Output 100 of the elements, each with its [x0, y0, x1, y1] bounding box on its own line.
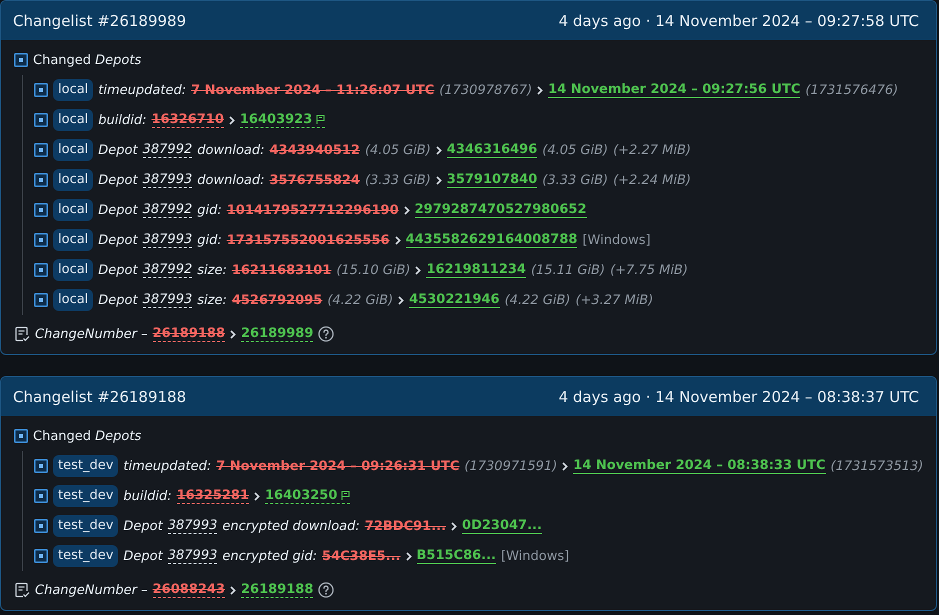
field-name: gid: [197, 202, 222, 218]
chevron-icon [451, 522, 458, 530]
chevron-icon [254, 492, 260, 500]
field-name: download: [197, 172, 264, 188]
old-value-note: (1730971591) [464, 458, 558, 474]
depot-link[interactable]: 387992 [142, 262, 192, 278]
dot-square-icon [34, 263, 48, 277]
size-difference: (+3.27 MiB) [575, 292, 654, 308]
new-value-link[interactable]: 4346316496 [446, 142, 538, 158]
dot-square-icon [34, 83, 48, 97]
new-value-note: (3.33 GiB) [542, 172, 608, 188]
depot-link[interactable]: 387993 [168, 548, 218, 564]
old-value: 7 November 2024 – 09:26:31 UTC [216, 458, 460, 474]
chevron-icon [562, 462, 568, 470]
new-value-note: (15.11 GiB) [530, 262, 606, 278]
old-value: 4343940512 [270, 142, 360, 158]
depot-link[interactable]: 387992 [142, 202, 192, 218]
depot-link[interactable]: 387993 [168, 518, 218, 534]
old-value-note: (4.05 GiB) [364, 142, 431, 158]
field-name: gid: [197, 232, 222, 248]
depot-word: Depot [98, 262, 138, 278]
branch-tag: test_dev [53, 485, 118, 507]
dot-square-icon [34, 293, 48, 307]
chevron-icon [228, 116, 235, 124]
changelist-time: 4 days ago · 14 November 2024 – 08:38:37 UTC [558, 388, 919, 406]
field-name: encrypted download: [222, 518, 360, 534]
new-value-link[interactable]: 14 November 2024 – 09:27:56 UTC [548, 82, 800, 98]
platform-label: [Windows] [582, 232, 651, 248]
chevron-icon [404, 206, 410, 214]
old-value-note: (3.33 GiB) [364, 172, 431, 188]
changelist-title[interactable]: Changelist #26189989 [13, 12, 186, 30]
new-value-link[interactable]: 2979287470527980652 [414, 202, 586, 218]
field-name: download: [197, 142, 264, 158]
branch-tag: test_dev [53, 545, 118, 567]
field-name: size: [197, 262, 227, 278]
dot-square-icon [34, 233, 48, 247]
field-name: ChangeNumber – [35, 326, 148, 342]
depot-link[interactable]: 387993 [142, 292, 192, 308]
chevron-icon [436, 176, 442, 184]
chevron-icon [230, 586, 236, 594]
field-name: buildid: [98, 112, 147, 128]
chevron-icon [537, 86, 544, 94]
dot-square-icon [34, 113, 48, 127]
old-value-note: (1730978767) [439, 82, 532, 98]
depot-word: Depot [98, 292, 138, 308]
field-name: encrypted gid: [222, 548, 318, 564]
new-value-link[interactable]: 16219811234 [426, 262, 526, 278]
new-value-note: (1731576476) [805, 82, 898, 98]
old-value-note: (15.10 GiB) [336, 262, 410, 278]
old-value-note: (4.22 GiB) [327, 292, 394, 308]
chevron-icon [398, 296, 404, 304]
old-value: 26189188 [152, 326, 226, 342]
old-value: 1014179527712296190 [226, 202, 399, 218]
changelist-time: 4 days ago · 14 November 2024 – 09:27:58 UTC [558, 12, 919, 30]
old-value: 16211683101 [232, 262, 332, 278]
dot-square-icon [34, 489, 48, 503]
field-name: timeupdated: [98, 82, 186, 98]
help-icon [318, 582, 334, 598]
chevron-icon [415, 266, 422, 274]
depot-link[interactable]: 387993 [142, 172, 192, 188]
new-value-link[interactable]: 4530221946 [409, 292, 500, 308]
new-value: 16403923 [240, 112, 312, 127]
field-name: ChangeNumber – [35, 582, 148, 598]
depot-word: Depot [123, 518, 163, 534]
old-value: 26088243 [152, 582, 226, 598]
new-value: 26189989 [241, 326, 314, 342]
dot-square-icon [34, 549, 48, 563]
dot-square-icon [34, 143, 48, 157]
new-value-link[interactable]: B515C86... [416, 548, 496, 564]
branch-tag: test_dev [53, 515, 118, 537]
old-value: 16326710 [152, 112, 224, 128]
group-label: Changed Depots [33, 428, 142, 444]
new-value-link[interactable]: 4435582629164008788 [406, 232, 578, 248]
chevron-icon [436, 146, 442, 154]
document-check-icon [14, 326, 30, 342]
new-value-link[interactable]: 3579107840 [446, 172, 538, 188]
branch-tag: local [53, 199, 94, 221]
new-value-note: (4.22 GiB) [504, 292, 570, 308]
chevron-icon [394, 236, 401, 244]
chevron-icon [406, 552, 412, 560]
changelist-title[interactable]: Changelist #26189188 [13, 388, 186, 406]
new-value-link[interactable]: 0D23047... [462, 518, 542, 534]
branch-tag: local [53, 259, 94, 281]
depot-word: Depot [123, 548, 163, 564]
new-value: 26189188 [241, 582, 314, 598]
dot-square-icon [34, 519, 48, 533]
depot-link[interactable]: 387992 [142, 142, 192, 158]
new-value-link[interactable]: 14 November 2024 – 08:38:33 UTC [573, 458, 826, 474]
platform-label: [Windows] [501, 548, 570, 564]
field-name: buildid: [123, 488, 172, 504]
new-value-note: (1731573513) [830, 458, 924, 474]
branch-tag: local [53, 79, 94, 101]
size-difference: (+7.75 MiB) [610, 262, 688, 278]
field-name: size: [197, 292, 227, 308]
dot-square-icon [14, 53, 28, 67]
dot-square-icon [14, 429, 28, 443]
depot-link[interactable]: 387993 [142, 232, 192, 248]
chevron-icon [230, 330, 236, 338]
field-name: timeupdated: [123, 458, 212, 474]
flag-icon [315, 114, 326, 125]
